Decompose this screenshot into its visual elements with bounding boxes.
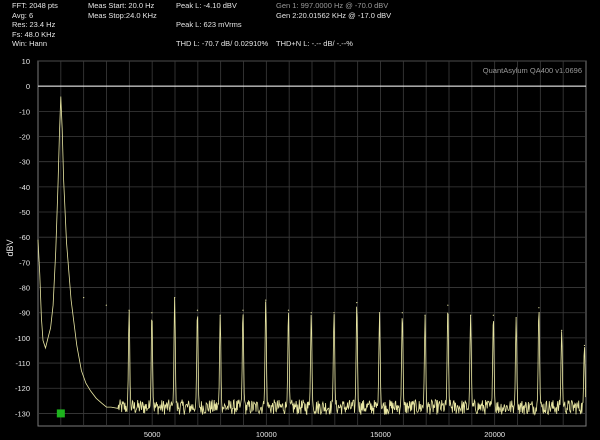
harmonic-peak-point	[333, 312, 335, 314]
harmonic-peak-point	[151, 312, 153, 314]
harmonic-peak-point	[356, 302, 358, 304]
y-tick-label: -40	[19, 183, 30, 192]
x-tick-label: 5000	[144, 430, 161, 439]
harmonic-peak-point	[105, 304, 107, 306]
harmonic-peak-point	[378, 312, 381, 314]
y-axis-label: dBV	[5, 239, 15, 256]
y-tick-label: -60	[19, 233, 30, 242]
harmonic-peak-point	[538, 307, 540, 309]
y-tick-label: -20	[19, 133, 30, 142]
y-tick-label: -110	[16, 359, 30, 368]
y-tick-label: -100	[15, 334, 30, 343]
harmonic-peak-point	[174, 297, 176, 299]
harmonic-peak-point	[515, 317, 517, 319]
harmonic-peak-point	[561, 329, 563, 331]
frequency-marker[interactable]	[56, 409, 65, 418]
y-tick-label: -30	[19, 158, 30, 167]
y-tick-label: -120	[15, 384, 30, 393]
y-tick-labels: 10 0 -10 -20 -30 -40 -50 -60 -70 -80 -90 -100 -110 -1…	[15, 57, 30, 418]
watermark-text: QuantAsylum QA400 v1.0696	[483, 66, 582, 75]
y-tick-label: -90	[19, 309, 30, 318]
harmonic-peak-point	[265, 299, 267, 301]
harmonic-peak-point	[242, 309, 244, 311]
harmonic-peak-point	[583, 344, 586, 347]
x-tick-label: 20000	[484, 430, 505, 439]
y-tick-label: -50	[19, 208, 30, 217]
y-tick-label: -70	[19, 258, 30, 267]
x-tick-label: 10000	[256, 430, 277, 439]
y-tick-label: -80	[19, 284, 30, 293]
harmonic-peak-point	[128, 309, 130, 311]
harmonic-peak-point	[470, 314, 472, 316]
x-tick-labels: 5000 10000 15000 20000	[144, 430, 505, 439]
y-tick-label: -10	[19, 107, 30, 116]
harmonic-peak-point	[492, 314, 494, 316]
harmonic-peak-point	[401, 312, 403, 314]
harmonic-peak-point	[447, 304, 449, 306]
harmonic-peak-point	[424, 314, 426, 316]
harmonic-peak-point	[219, 314, 221, 316]
y-tick-label: 0	[26, 82, 30, 91]
harmonic-peak-point	[287, 309, 290, 311]
harmonic-peak-point	[196, 309, 199, 311]
y-tick-label: -130	[15, 409, 30, 418]
x-tick-label: 15000	[370, 430, 391, 439]
spectrum-chart: 10 0 -10 -20 -30 -40 -50 -60 -70 -80 -90 -100 -110 -1…	[5, 57, 587, 439]
harmonic-peak-point	[310, 312, 312, 314]
harmonic-peak-point	[83, 297, 85, 299]
y-tick-label: 10	[22, 57, 30, 66]
